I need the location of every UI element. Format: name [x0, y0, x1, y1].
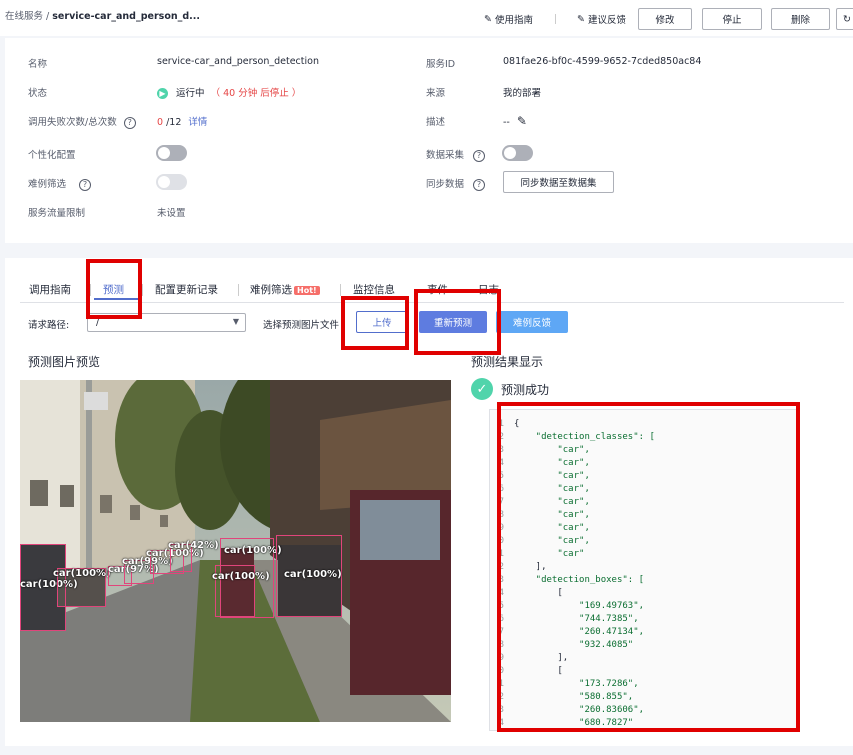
detection-label: car(100%) — [284, 569, 342, 580]
source-value: 我的部署 — [503, 88, 542, 99]
hard-filter-label: 难例筛选 ? — [28, 176, 92, 191]
annotation-highlight — [414, 289, 501, 355]
running-icon: ▶ — [157, 88, 168, 99]
desc-value: -- ✎ — [503, 114, 527, 128]
success-text: 预测成功 — [501, 382, 550, 397]
personal-config-toggle[interactable] — [156, 145, 187, 161]
breadcrumb: 在线服务 / service-car_and_person_d... — [5, 8, 200, 22]
prediction-image: car(100%) car(100%) car(97%) car(99%) ca… — [20, 380, 451, 722]
feedback-link[interactable]: ✎ 建议反馈 — [577, 12, 626, 27]
calls-detail-link[interactable]: 详情 — [188, 117, 207, 128]
tab-monitor[interactable]: 监控信息 — [353, 282, 395, 297]
detection-label: car(42%) — [168, 540, 219, 551]
calls-total: /12 — [166, 117, 182, 128]
name-label: 名称 — [28, 59, 48, 70]
hot-badge: Hot! — [294, 286, 320, 295]
calls-value: 0 /12 详情 — [157, 114, 207, 128]
help-icon[interactable]: ? — [473, 178, 486, 191]
tab-divider — [142, 284, 143, 296]
collect-label: 数据采集 ? — [426, 147, 486, 162]
tab-hard-example[interactable]: 难例筛选 Hot! — [250, 282, 320, 297]
feedback-label: 建议反馈 — [587, 15, 626, 26]
refresh-icon: ↻ — [843, 13, 851, 25]
predict-success: ✓ 预测成功 — [471, 378, 549, 400]
source-label: 来源 — [426, 88, 446, 99]
tab-guide[interactable]: 调用指南 — [29, 282, 71, 297]
tab-divider — [238, 284, 239, 296]
hard-filter-toggle[interactable] — [156, 174, 187, 190]
preview-title: 预测图片预览 — [28, 355, 101, 369]
desc-label: 描述 — [426, 117, 446, 128]
chevron-down-icon: ▼ — [232, 317, 239, 326]
name-value: service-car_and_person_detection — [157, 56, 319, 67]
help-icon[interactable]: ? — [123, 116, 136, 129]
check-circle-icon: ✓ — [471, 378, 493, 400]
feedback-icon: ✎ — [577, 13, 585, 25]
guide-link[interactable]: ✎ 使用指南 — [484, 12, 533, 27]
toolbar-divider — [555, 14, 556, 24]
tab-hard-example-label: 难例筛选 — [250, 284, 292, 296]
sync-label-text: 同步数据 — [426, 179, 465, 190]
stop-button[interactable]: 停止 — [702, 8, 762, 30]
status-countdown: （ 40 分钟 后停止 ） — [210, 88, 302, 99]
collect-toggle[interactable] — [502, 145, 533, 161]
personal-config-label: 个性化配置 — [28, 150, 76, 161]
help-icon[interactable]: ? — [79, 178, 92, 191]
status-text: 运行中 — [176, 88, 205, 99]
traffic-label: 服务流量限制 — [28, 208, 86, 219]
desc-text: -- — [503, 117, 510, 128]
calls-label-text: 调用失败次数/总次数 — [28, 117, 117, 128]
result-title: 预测结果显示 — [471, 355, 544, 369]
edit-doc-icon: ✎ — [484, 13, 492, 25]
breadcrumb-parent[interactable]: 在线服务 — [5, 11, 43, 22]
status-value: ▶ 运行中 （ 40 分钟 后停止 ） — [157, 85, 301, 99]
refresh-button[interactable]: ↻ — [836, 8, 853, 30]
annotation-highlight — [341, 296, 409, 350]
breadcrumb-current: service-car_and_person_d... — [52, 11, 200, 22]
annotation-highlight — [497, 402, 800, 732]
edit-icon[interactable]: ✎ — [517, 114, 527, 128]
guide-label: 使用指南 — [494, 15, 533, 26]
calls-label: 调用失败次数/总次数 ? — [28, 114, 136, 129]
sync-dataset-button[interactable]: 同步数据至数据集 — [503, 171, 614, 193]
breadcrumb-separator: / — [46, 11, 50, 22]
request-path-label: 请求路径: — [28, 320, 70, 331]
hard-feedback-button[interactable]: 难例反馈 — [496, 311, 568, 333]
annotation-highlight — [86, 259, 142, 319]
modify-button[interactable]: 修改 — [638, 8, 692, 30]
sync-label: 同步数据 ? — [426, 176, 486, 191]
service-id-value: 081fae26-bf0c-4599-9652-7cded850ac84 — [503, 56, 702, 67]
status-label: 状态 — [28, 88, 48, 99]
detection-label: car(100%) — [212, 571, 270, 582]
traffic-value: 未设置 — [157, 208, 186, 219]
tab-divider — [340, 284, 341, 296]
detection-label: car(100%) — [53, 568, 111, 579]
tab-config-history[interactable]: 配置更新记录 — [155, 282, 218, 297]
detection-label: car(100%) — [224, 545, 282, 556]
service-id-label: 服务ID — [426, 59, 456, 70]
calls-fail: 0 — [157, 117, 164, 128]
delete-button[interactable]: 删除 — [771, 8, 830, 30]
hard-filter-text: 难例筛选 — [28, 179, 67, 190]
collect-label-text: 数据采集 — [426, 150, 465, 161]
help-icon[interactable]: ? — [473, 149, 486, 162]
file-select-label: 选择预测图片文件 — [263, 320, 340, 331]
